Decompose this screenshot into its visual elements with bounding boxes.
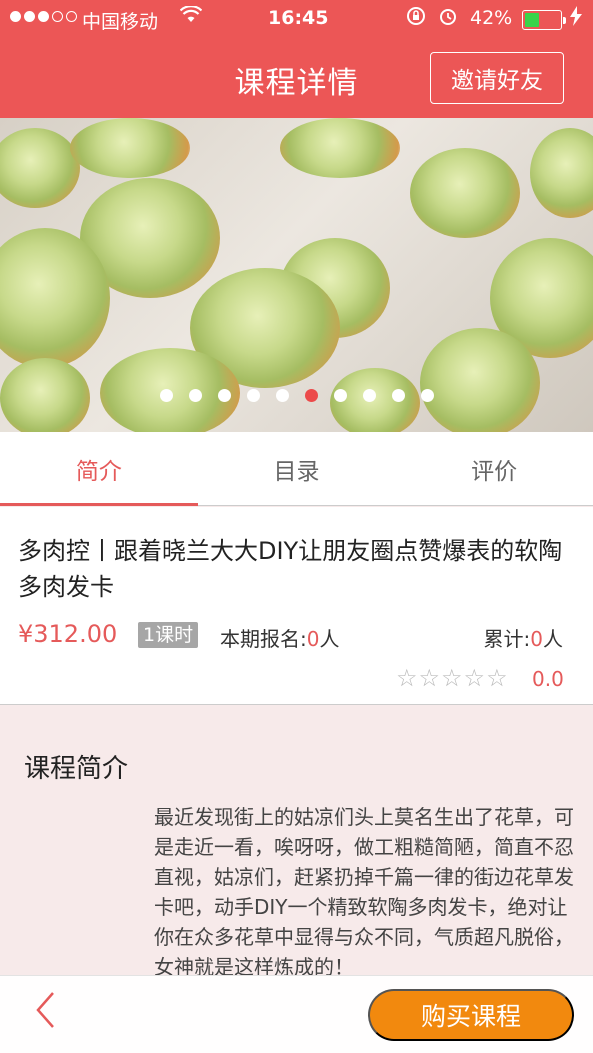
wifi-icon bbox=[179, 5, 203, 29]
carousel-dot[interactable] bbox=[420, 389, 434, 402]
carousel-dot[interactable] bbox=[275, 389, 289, 402]
course-info-card: 多肉控丨跟着晓兰大大DIY让朋友圈点赞爆表的软陶多肉发卡 ¥312.00 1课时… bbox=[0, 507, 593, 705]
battery-percent: 42% bbox=[470, 7, 513, 29]
tab-intro[interactable]: 简介 bbox=[0, 432, 198, 506]
course-image-carousel[interactable] bbox=[0, 118, 593, 432]
tab-reviews[interactable]: 评价 bbox=[395, 432, 593, 505]
carousel-pager[interactable] bbox=[0, 389, 593, 402]
course-price: ¥312.00 bbox=[18, 620, 118, 648]
charging-bolt-icon bbox=[570, 6, 582, 31]
rating-stars-icon: ☆☆☆☆☆ bbox=[396, 664, 509, 692]
buy-course-button[interactable]: 购买课程 bbox=[368, 989, 574, 1041]
carrier-label: 中国移动 bbox=[82, 11, 159, 33]
course-title: 多肉控丨跟着晓兰大大DIY让朋友圈点赞爆表的软陶多肉发卡 bbox=[18, 537, 563, 601]
lesson-count-badge: 1课时 bbox=[138, 622, 199, 648]
carousel-dot[interactable] bbox=[304, 389, 318, 402]
back-arrow-icon[interactable] bbox=[34, 990, 56, 1039]
carousel-dot[interactable] bbox=[391, 389, 405, 402]
carousel-dot[interactable] bbox=[362, 389, 376, 402]
carousel-dot[interactable] bbox=[333, 389, 347, 402]
enroll-count: 本期报名:0人 bbox=[220, 627, 340, 651]
tab-catalog[interactable]: 目录 bbox=[198, 432, 396, 505]
intro-heading: 课程简介 bbox=[24, 754, 129, 784]
clock: 16:45 bbox=[268, 7, 329, 29]
status-bar: 中国移动 16:45 42% bbox=[0, 5, 593, 34]
rotation-lock-icon bbox=[406, 6, 426, 31]
carousel-dot[interactable] bbox=[188, 389, 202, 402]
intro-text: 最近发现街上的姑凉们头上莫名生出了花草，可是走近一看，唉呀呀，做工粗糙简陋，简直… bbox=[154, 805, 574, 979]
battery-icon bbox=[522, 10, 566, 30]
top-bar: 中国移动 16:45 42% 课程详情 邀请好友 bbox=[0, 0, 593, 118]
carousel-dot[interactable] bbox=[159, 389, 173, 402]
carousel-dot[interactable] bbox=[246, 389, 260, 402]
carousel-dot[interactable] bbox=[217, 389, 231, 402]
signal-dots-icon bbox=[10, 11, 77, 22]
invite-friends-button[interactable]: 邀请好友 bbox=[430, 52, 564, 104]
rating-value: 0.0 bbox=[532, 667, 564, 691]
alarm-icon bbox=[438, 6, 458, 31]
bottom-action-bar: 购买课程 bbox=[0, 975, 593, 1053]
total-count: 累计:0人 bbox=[483, 627, 563, 651]
tab-bar: 简介 目录 评价 bbox=[0, 432, 593, 506]
